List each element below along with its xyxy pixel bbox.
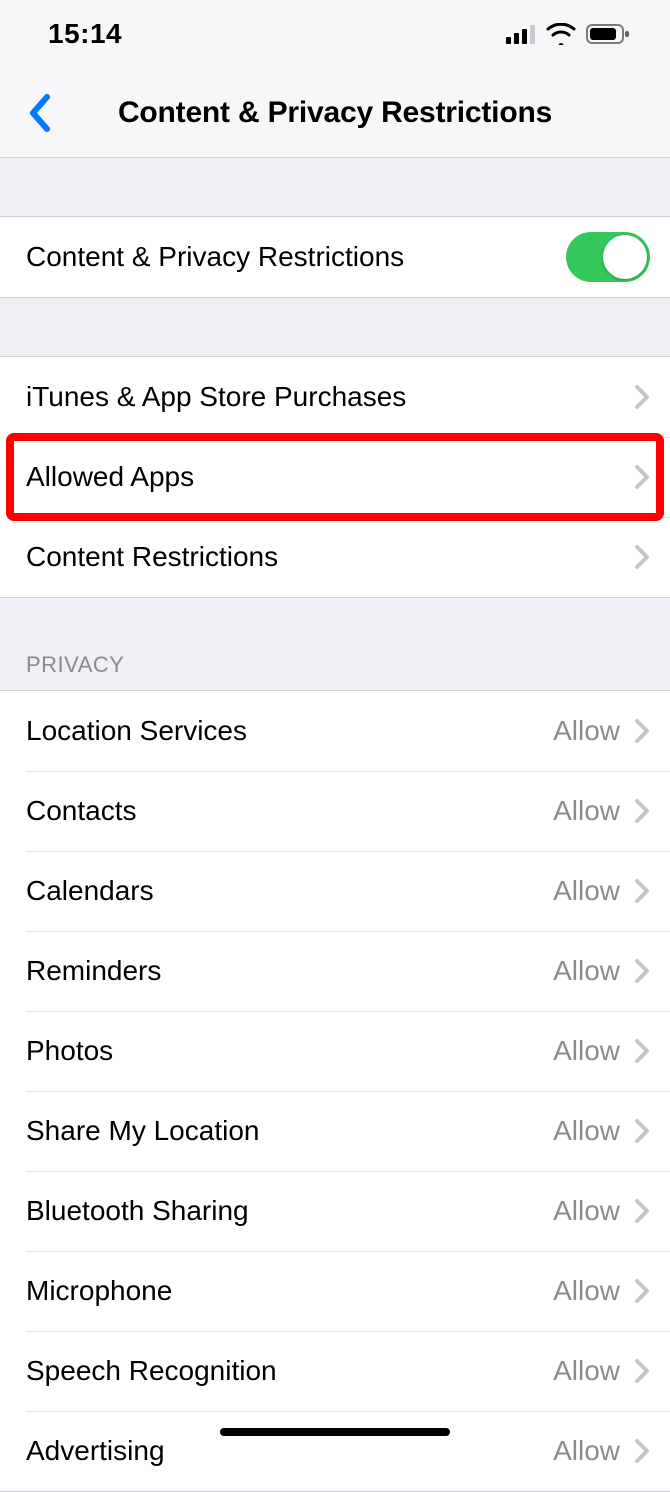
cell-label: iTunes & App Store Purchases xyxy=(26,381,634,413)
cell-value: Allow xyxy=(553,795,620,827)
privacy-row-photos[interactable]: PhotosAllow xyxy=(0,1011,670,1091)
privacy-row-share-my-location[interactable]: Share My LocationAllow xyxy=(0,1091,670,1171)
cell-value: Allow xyxy=(553,1035,620,1067)
chevron-right-icon xyxy=(634,1198,650,1224)
chevron-right-icon xyxy=(634,544,650,570)
cell-label: Microphone xyxy=(26,1275,553,1307)
cell-value: Allow xyxy=(553,1115,620,1147)
wifi-icon xyxy=(546,23,576,45)
chevron-left-icon xyxy=(27,93,51,133)
privacy-row-advertising[interactable]: AdvertisingAllow xyxy=(0,1411,670,1491)
nav-header: Content & Privacy Restrictions xyxy=(0,68,670,158)
cell-value: Allow xyxy=(553,875,620,907)
chevron-right-icon xyxy=(634,798,650,824)
cell-label: Advertising xyxy=(26,1435,553,1467)
chevron-right-icon xyxy=(634,1358,650,1384)
section-spacer xyxy=(0,298,670,356)
cell-label: Bluetooth Sharing xyxy=(26,1195,553,1227)
content-privacy-toggle-row[interactable]: Content & Privacy Restrictions xyxy=(0,217,670,297)
chevron-right-icon xyxy=(634,958,650,984)
cell-label: Content & Privacy Restrictions xyxy=(26,241,566,273)
cellular-icon xyxy=(506,24,536,44)
privacy-row-contacts[interactable]: ContactsAllow xyxy=(0,771,670,851)
toggle-switch[interactable] xyxy=(566,232,650,282)
privacy-row-location-services[interactable]: Location ServicesAllow xyxy=(0,691,670,771)
privacy-row-microphone[interactable]: MicrophoneAllow xyxy=(0,1251,670,1331)
home-indicator xyxy=(220,1428,450,1436)
chevron-right-icon xyxy=(634,878,650,904)
back-button[interactable] xyxy=(14,88,64,138)
privacy-section-header: PRIVACY xyxy=(0,598,670,690)
nav-row-allowed-apps[interactable]: Allowed Apps xyxy=(0,437,670,517)
cell-value: Allow xyxy=(553,1195,620,1227)
cell-label: Calendars xyxy=(26,875,553,907)
battery-icon xyxy=(586,23,630,45)
chevron-right-icon xyxy=(634,1038,650,1064)
chevron-right-icon xyxy=(634,718,650,744)
nav-row-itunes-app-store-purchases[interactable]: iTunes & App Store Purchases xyxy=(0,357,670,437)
status-bar: 15:14 xyxy=(0,0,670,68)
page-title: Content & Privacy Restrictions xyxy=(0,96,670,130)
status-icons xyxy=(506,23,630,45)
cell-label: Content Restrictions xyxy=(26,541,634,573)
cell-label: Reminders xyxy=(26,955,553,987)
cell-label: Location Services xyxy=(26,715,553,747)
cell-label: Photos xyxy=(26,1035,553,1067)
cell-label: Contacts xyxy=(26,795,553,827)
privacy-row-speech-recognition[interactable]: Speech RecognitionAllow xyxy=(0,1331,670,1411)
privacy-group: Location ServicesAllowContactsAllowCalen… xyxy=(0,690,670,1492)
cell-value: Allow xyxy=(553,1275,620,1307)
nav-row-content-restrictions[interactable]: Content Restrictions xyxy=(0,517,670,597)
cell-label: Speech Recognition xyxy=(26,1355,553,1387)
chevron-right-icon xyxy=(634,1118,650,1144)
cell-value: Allow xyxy=(553,955,620,987)
privacy-row-reminders[interactable]: RemindersAllow xyxy=(0,931,670,1011)
section-spacer xyxy=(0,158,670,216)
status-time: 15:14 xyxy=(48,18,122,50)
privacy-row-bluetooth-sharing[interactable]: Bluetooth SharingAllow xyxy=(0,1171,670,1251)
cell-label: Share My Location xyxy=(26,1115,553,1147)
cell-value: Allow xyxy=(553,715,620,747)
chevron-right-icon xyxy=(634,1438,650,1464)
chevron-right-icon xyxy=(634,1278,650,1304)
cell-value: Allow xyxy=(553,1435,620,1467)
toggle-group: Content & Privacy Restrictions xyxy=(0,216,670,298)
chevron-right-icon xyxy=(634,464,650,490)
cell-label: Allowed Apps xyxy=(26,461,634,493)
navigation-group: iTunes & App Store Purchases Allowed Apps… xyxy=(0,356,670,598)
chevron-right-icon xyxy=(634,384,650,410)
cell-value: Allow xyxy=(553,1355,620,1387)
privacy-row-calendars[interactable]: CalendarsAllow xyxy=(0,851,670,931)
